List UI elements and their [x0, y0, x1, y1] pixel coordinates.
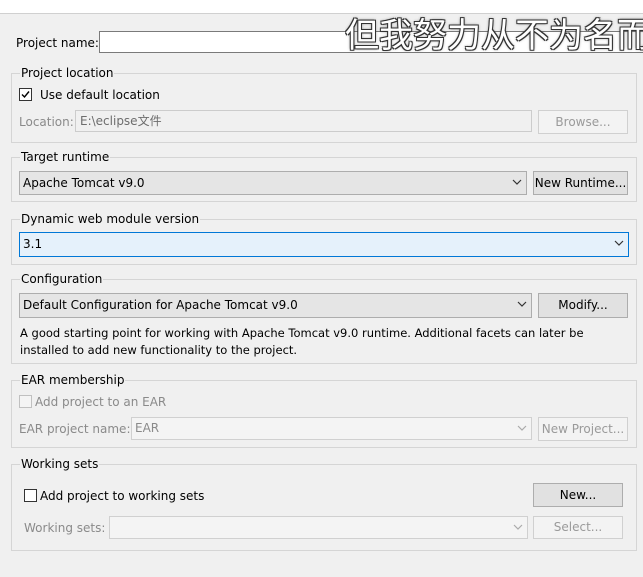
- chevron-down-icon: [614, 240, 624, 246]
- use-default-location-label: Use default location: [40, 88, 160, 102]
- dialog-top-strip: [0, 0, 643, 14]
- location-input[interactable]: E:\eclipse文件: [75, 110, 532, 132]
- ear-membership-title: EAR membership: [20, 372, 126, 388]
- working-sets-dropdown[interactable]: [109, 516, 528, 539]
- modify-button[interactable]: Modify...: [538, 293, 628, 318]
- location-label: Location:: [19, 115, 74, 129]
- dynamic-web-module-selected: 3.1: [23, 237, 43, 251]
- add-to-ear-checkbox[interactable]: [19, 395, 32, 408]
- new-working-set-button[interactable]: New...: [533, 483, 623, 507]
- location-value: E:\eclipse文件: [80, 114, 162, 128]
- chevron-down-icon: [513, 524, 523, 530]
- add-to-working-sets-checkbox[interactable]: [24, 489, 37, 502]
- working-sets-label: Working sets:: [24, 521, 106, 535]
- add-to-ear-label: Add project to an EAR: [35, 395, 167, 409]
- chevron-down-icon: [517, 301, 527, 307]
- target-runtime-dropdown[interactable]: Apache Tomcat v9.0: [19, 171, 527, 195]
- chevron-down-icon: [517, 425, 527, 431]
- target-runtime-selected: Apache Tomcat v9.0: [23, 176, 145, 190]
- use-default-location-checkbox[interactable]: [19, 88, 32, 101]
- configuration-dropdown[interactable]: Default Configuration for Apache Tomcat …: [19, 293, 532, 318]
- add-to-working-sets-label: Add project to working sets: [40, 489, 205, 503]
- project-location-title: Project location: [20, 65, 115, 81]
- dynamic-web-module-dropdown[interactable]: 3.1: [19, 232, 629, 257]
- overlay-caption-text: 但我努力从不为名而: [345, 16, 643, 56]
- configuration-description-line1: A good starting point for working with A…: [20, 326, 584, 340]
- new-runtime-button[interactable]: New Runtime...: [533, 171, 628, 195]
- chevron-down-icon: [512, 179, 522, 185]
- new-project-button[interactable]: New Project...: [538, 417, 628, 441]
- configuration-description-line2: installed to add new functionality to th…: [20, 343, 298, 357]
- browse-button[interactable]: Browse...: [538, 110, 628, 134]
- check-icon: [21, 91, 30, 99]
- ear-project-name-value: EAR: [135, 421, 160, 435]
- configuration-selected: Default Configuration for Apache Tomcat …: [23, 298, 298, 312]
- project-name-label: Project name:: [16, 36, 99, 50]
- select-working-sets-button[interactable]: Select...: [533, 516, 623, 539]
- ear-project-name-label: EAR project name:: [19, 422, 131, 436]
- working-sets-title: Working sets: [20, 456, 100, 472]
- dynamic-web-module-title: Dynamic web module version: [20, 211, 201, 227]
- ear-project-name-dropdown[interactable]: EAR: [131, 417, 532, 440]
- configuration-title: Configuration: [20, 271, 104, 287]
- target-runtime-title: Target runtime: [20, 149, 111, 165]
